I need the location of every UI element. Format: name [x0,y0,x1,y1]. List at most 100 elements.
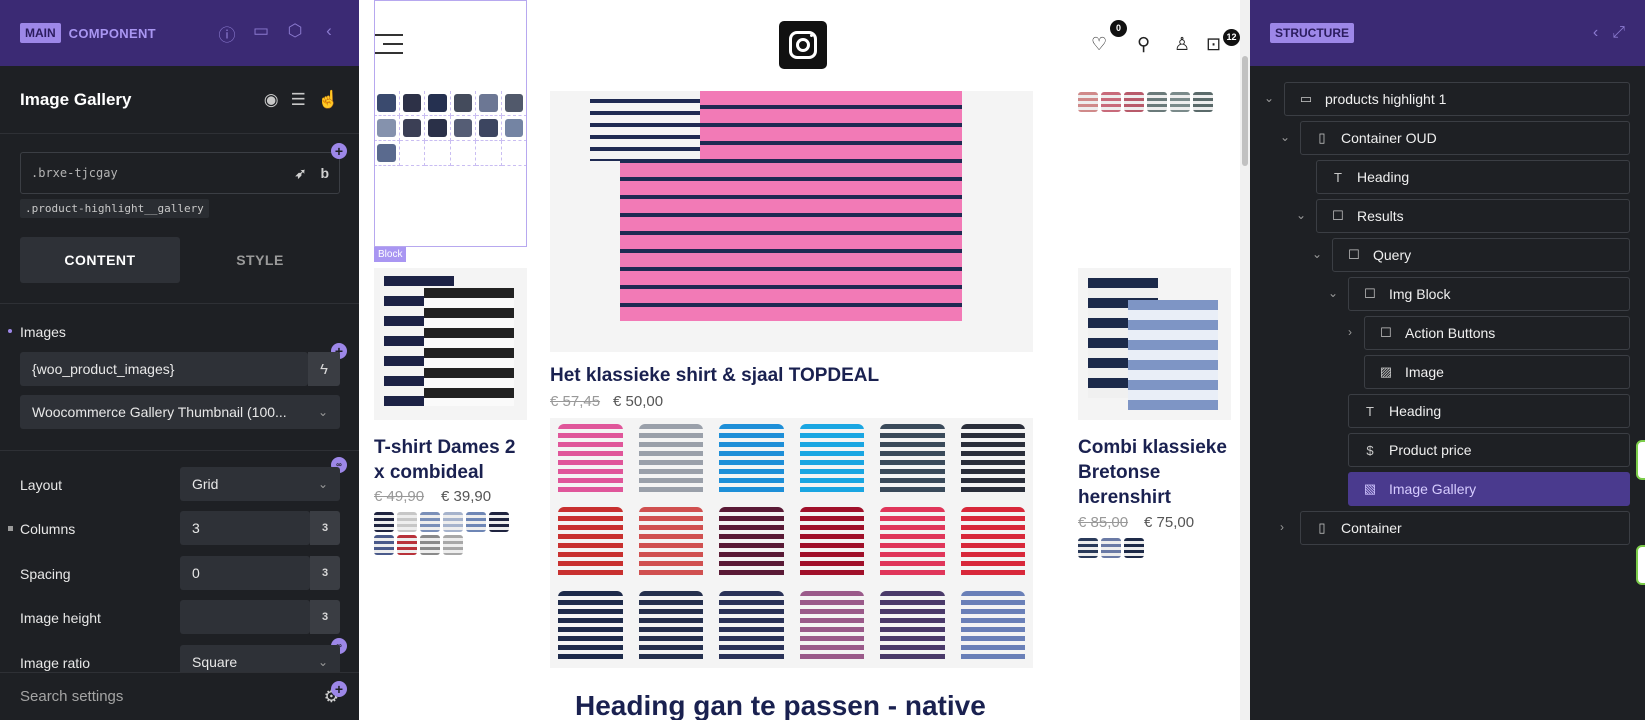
gallery-thumb[interactable] [443,512,463,532]
chevron-down-icon[interactable]: ⌄ [1280,130,1290,144]
add-plus-icon[interactable]: + [331,681,347,697]
search-icon[interactable]: ⚲ [1137,34,1150,55]
gallery-thumb[interactable] [550,501,631,584]
tab-content[interactable]: CONTENT [20,237,180,283]
gallery-thumb[interactable] [1078,92,1098,112]
gallery-thumb[interactable] [443,535,463,555]
dynamic-data-bolt-icon[interactable]: ϟ [308,352,340,386]
tree-node-selected[interactable]: ▧ Image Gallery [1348,472,1630,506]
gallery-thumb[interactable] [953,501,1034,584]
product-title[interactable]: Combi klassieke Bretonse herenshirt [1078,435,1233,510]
gallery-thumb[interactable] [631,585,712,668]
extension-edge-button[interactable] [1636,545,1645,585]
extension-edge-button[interactable] [1636,440,1645,480]
tree-node[interactable]: $ Product price [1348,433,1630,467]
images-input[interactable]: {woo_product_images} [20,352,308,386]
section-heading[interactable]: Heading gan te passen - native [575,690,986,720]
user-icon[interactable]: ♙ [1174,34,1190,55]
gallery-thumb[interactable] [631,501,712,584]
gallery-thumb[interactable] [397,512,417,532]
gallery-thumb[interactable] [711,418,792,501]
gallery-thumb[interactable] [953,585,1034,668]
tree-node[interactable]: ☐ Action Buttons [1364,316,1630,350]
instagram-logo-icon[interactable] [779,21,827,69]
gallery-thumb[interactable] [420,512,440,532]
gallery-thumb[interactable] [1124,538,1144,558]
tab-style[interactable]: STYLE [180,237,340,283]
product-image[interactable] [374,268,527,420]
tree-node[interactable]: ☐ Results [1316,199,1630,233]
gallery-thumb[interactable] [1078,538,1098,558]
columns-input[interactable]: 3 [180,511,310,545]
gallery-thumb[interactable] [1147,92,1167,112]
tree-node[interactable]: ▯ Container OUD [1300,121,1630,155]
layout-select[interactable]: Grid ⌄ [180,467,340,501]
tree-node[interactable]: ▭ products highlight 1 [1284,82,1630,116]
css-units-icon[interactable]: 3 [310,556,340,590]
chevron-left-icon[interactable]: ‹ [319,21,339,46]
gallery-thumb[interactable] [374,512,394,532]
gallery-thumb[interactable] [1101,538,1121,558]
gallery-thumb[interactable] [711,585,792,668]
gallery-thumb[interactable] [1193,92,1213,112]
tree-node[interactable]: ☐ Img Block [1348,277,1630,311]
gallery-thumb[interactable] [1124,92,1144,112]
gallery-thumb[interactable] [631,418,712,501]
chevron-down-icon[interactable]: ⌄ [1296,208,1306,222]
tree-node[interactable]: T Heading [1348,394,1630,428]
gallery-thumb[interactable] [872,501,953,584]
product-title[interactable]: T-shirt Dames 2 x combideal [374,435,529,485]
gallery-thumb[interactable] [953,418,1034,501]
gallery-thumb[interactable] [711,501,792,584]
gallery-thumb[interactable] [872,585,953,668]
gallery-thumb[interactable] [792,418,873,501]
tree-node[interactable]: ▨ Image [1364,355,1630,389]
block-tag[interactable]: Block [374,247,407,262]
folder-icon[interactable]: ▭ [251,21,271,46]
css-units-icon[interactable]: 3 [310,511,340,545]
gallery-thumb[interactable] [550,418,631,501]
product-title[interactable]: Het klassieke shirt & sjaal TOPDEAL [550,363,1033,388]
css-selector-field[interactable]: .brxe-tjcgay ➶ b [20,152,340,194]
image-height-input[interactable] [180,600,310,634]
search-settings-input[interactable]: Search settings [20,688,123,705]
conditions-icon[interactable]: ☰ [291,90,306,110]
cart-icon[interactable]: ⊡ [1206,34,1221,55]
expand-icon[interactable]: ⤢ [1612,24,1625,42]
product-image[interactable] [550,91,1033,352]
canvas-scrollbar[interactable] [1240,0,1250,720]
cube-icon[interactable]: ⬡ [285,21,305,46]
add-class-plus-icon[interactable]: + [331,143,347,159]
gallery-thumb[interactable] [792,585,873,668]
tree-node[interactable]: T Heading [1316,160,1630,194]
heart-icon[interactable]: ♡ [1091,34,1107,55]
chevron-left-icon[interactable]: ‹ [1593,24,1598,42]
class-chip[interactable]: .product-highlight__gallery [20,199,209,218]
interactions-icon[interactable]: ☝ [318,90,339,110]
gallery-thumb[interactable] [489,512,509,532]
image-size-select[interactable]: Woocommerce Gallery Thumbnail (100... ⌄ [20,395,340,429]
gallery-thumb[interactable] [466,512,486,532]
gallery-thumb[interactable] [1170,92,1190,112]
gallery-thumb[interactable] [1101,92,1121,112]
tree-node[interactable]: ☐ Query [1332,238,1630,272]
tree-node[interactable]: ▯ Container [1300,511,1630,545]
info-icon[interactable]: ⓘ [217,21,237,46]
gallery-thumb[interactable] [374,535,394,555]
gallery-thumb[interactable] [420,535,440,555]
chevron-down-icon[interactable]: ⌄ [1264,91,1274,105]
css-units-icon[interactable]: 3 [310,600,340,634]
gallery-thumb[interactable] [397,535,417,555]
bold-b-icon[interactable]: b [320,165,329,182]
chevron-right-icon[interactable]: › [1348,325,1352,339]
spacing-input[interactable]: 0 [180,556,310,590]
gallery-thumb[interactable] [792,501,873,584]
eye-icon[interactable]: ◉ [264,90,279,110]
chevron-down-icon[interactable]: ⌄ [1312,247,1322,261]
search-settings-bar[interactable]: Search settings ⚙ [0,672,359,720]
gallery-thumb[interactable] [872,418,953,501]
cursor-icon[interactable]: ➶ [295,165,307,182]
product-image[interactable] [1078,268,1231,420]
chevron-down-icon[interactable]: ⌄ [1328,286,1338,300]
gallery-thumb[interactable] [550,585,631,668]
